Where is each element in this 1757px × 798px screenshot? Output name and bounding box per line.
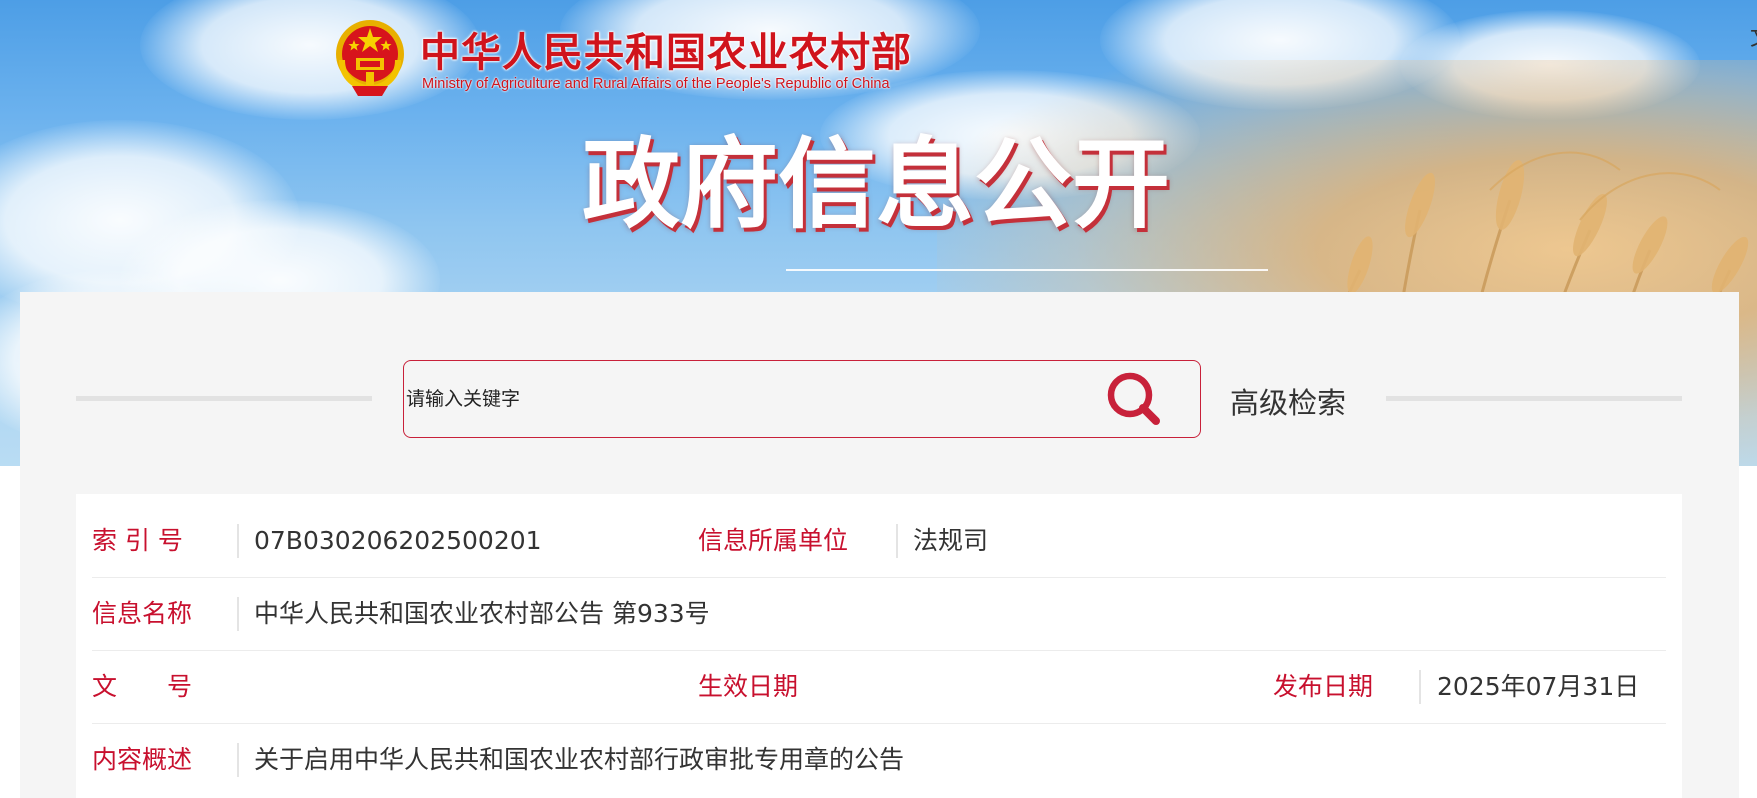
summary-value: 关于启用中华人民共和国农业农村部行政审批专用章的公告 [254, 745, 905, 774]
document-number-label: 文 号 [92, 672, 193, 701]
search-bar [403, 360, 1201, 438]
search-icon[interactable] [1104, 369, 1164, 429]
info-row-dates: 文 号 生效日期 发布日期 2025年07月31日 [92, 650, 1666, 724]
site-name-english: Ministry of Agriculture and Rural Affair… [422, 76, 890, 92]
edge-cut-text: 文 [1750, 20, 1757, 52]
national-emblem-icon [336, 20, 404, 96]
info-row-index: 索 引 号 07B030206202500201 信息所属单位 法规司 [92, 504, 1666, 578]
department-label: 信息所属单位 [698, 526, 849, 555]
search-divider-right [1386, 396, 1682, 401]
cell-divider [237, 524, 239, 558]
info-name-value: 中华人民共和国农业农村部公告 第933号 [254, 599, 710, 628]
page-title: 政府信息公开 [582, 127, 1171, 242]
publish-date-label: 发布日期 [1273, 672, 1374, 701]
info-row-summary: 内容概述 关于启用中华人民共和国农业农村部行政审批专用章的公告 [92, 723, 1666, 796]
search-divider-left [76, 396, 372, 401]
site-name-chinese[interactable]: 中华人民共和国农业农村部 [420, 20, 912, 78]
cell-divider [896, 524, 898, 558]
summary-label: 内容概述 [92, 745, 193, 774]
info-name-label: 信息名称 [92, 599, 193, 628]
search-input[interactable] [404, 361, 1106, 436]
info-table: 索 引 号 07B030206202500201 信息所属单位 法规司 信息名称… [76, 494, 1682, 798]
info-row-name: 信息名称 中华人民共和国农业农村部公告 第933号 [92, 577, 1666, 651]
title-underline [786, 269, 1268, 271]
cell-divider [1419, 670, 1421, 704]
department-value: 法规司 [913, 526, 989, 555]
cell-divider [237, 743, 239, 777]
page: 中华人民共和国农业农村部 Ministry of Agriculture and… [0, 0, 1757, 798]
effective-date-label: 生效日期 [698, 672, 799, 701]
index-number-value: 07B030206202500201 [254, 526, 542, 555]
publish-date-value: 2025年07月31日 [1437, 672, 1640, 701]
index-number-label: 索 引 号 [92, 526, 183, 555]
cell-divider [237, 597, 239, 631]
advanced-search-link[interactable]: 高级检索 [1230, 380, 1346, 422]
